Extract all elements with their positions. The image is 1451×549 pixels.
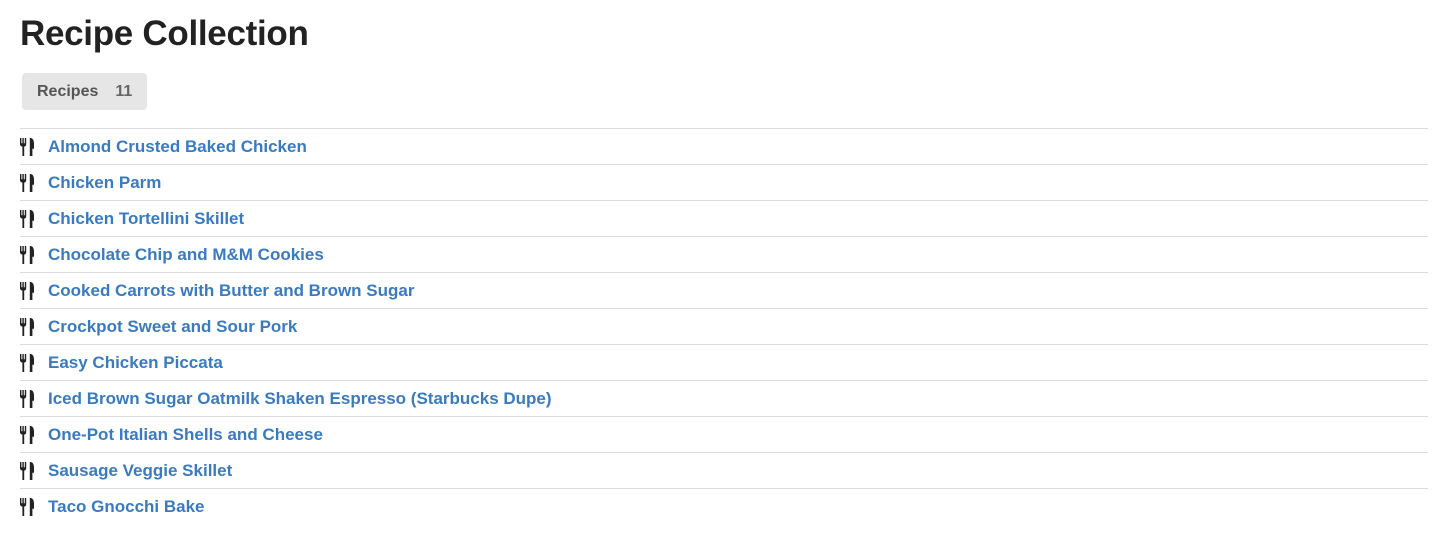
utensils-icon: [20, 317, 34, 336]
recipe-link[interactable]: Taco Gnocchi Bake: [48, 497, 205, 517]
list-item: Cooked Carrots with Butter and Brown Sug…: [20, 273, 1428, 309]
list-item: Taco Gnocchi Bake: [20, 489, 1428, 524]
page-title: Recipe Collection: [20, 14, 309, 53]
list-item: One-Pot Italian Shells and Cheese: [20, 417, 1428, 453]
list-item: Sausage Veggie Skillet: [20, 453, 1428, 489]
utensils-icon: [20, 281, 34, 300]
recipe-link[interactable]: Easy Chicken Piccata: [48, 353, 223, 373]
recipe-link[interactable]: Sausage Veggie Skillet: [48, 461, 232, 481]
recipe-list: Almond Crusted Baked Chicken Chicken Par…: [20, 129, 1428, 524]
utensils-icon: [20, 245, 34, 264]
list-item: Iced Brown Sugar Oatmilk Shaken Espresso…: [20, 381, 1428, 417]
list-item: Chicken Tortellini Skillet: [20, 201, 1428, 237]
utensils-icon: [20, 353, 34, 372]
recipe-link[interactable]: Iced Brown Sugar Oatmilk Shaken Espresso…: [48, 389, 552, 409]
list-item: Almond Crusted Baked Chicken: [20, 129, 1428, 165]
list-item: Crockpot Sweet and Sour Pork: [20, 309, 1428, 345]
utensils-icon: [20, 209, 34, 228]
list-item: Easy Chicken Piccata: [20, 345, 1428, 381]
tab-bar: Recipes 11: [20, 73, 1428, 110]
recipe-link[interactable]: One-Pot Italian Shells and Cheese: [48, 425, 323, 445]
tab-count-badge: 11: [115, 82, 133, 100]
tab-recipes[interactable]: Recipes 11: [22, 73, 148, 110]
recipe-link[interactable]: Chicken Parm: [48, 173, 161, 193]
utensils-icon: [20, 137, 34, 156]
recipe-link[interactable]: Cooked Carrots with Butter and Brown Sug…: [48, 281, 414, 301]
recipe-link[interactable]: Chicken Tortellini Skillet: [48, 209, 244, 229]
list-item: Chicken Parm: [20, 165, 1428, 201]
utensils-icon: [20, 425, 34, 444]
page: Recipe Collection Recipes 11 Almond Crus…: [0, 0, 1451, 524]
utensils-icon: [20, 173, 34, 192]
utensils-icon: [20, 497, 34, 516]
utensils-icon: [20, 461, 34, 480]
recipe-link[interactable]: Chocolate Chip and M&M Cookies: [48, 245, 324, 265]
recipe-link[interactable]: Almond Crusted Baked Chicken: [48, 137, 307, 157]
recipe-link[interactable]: Crockpot Sweet and Sour Pork: [48, 317, 297, 337]
utensils-icon: [20, 389, 34, 408]
tab-label: Recipes: [37, 82, 99, 100]
list-item: Chocolate Chip and M&M Cookies: [20, 237, 1428, 273]
